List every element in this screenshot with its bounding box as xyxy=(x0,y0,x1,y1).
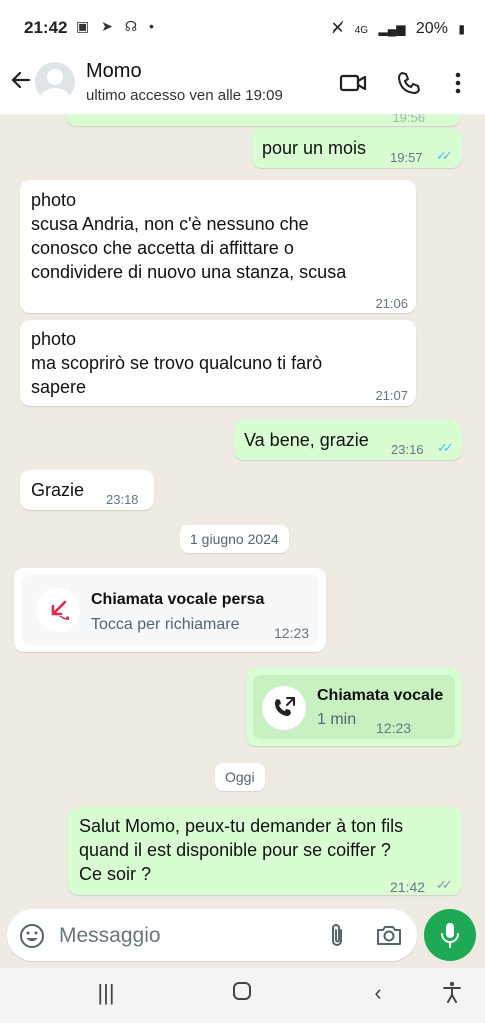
attach-icon[interactable] xyxy=(324,922,350,950)
message-time: 12:23 xyxy=(376,720,412,736)
mic-button[interactable] xyxy=(424,909,476,961)
notification-icons: ▣ ➤ ☊ • xyxy=(76,18,158,34)
input-bar xyxy=(0,906,485,968)
message-time: 21:07 xyxy=(375,388,408,403)
date-chip: 1 giugno 2024 xyxy=(180,525,289,553)
message-text: pour un mois xyxy=(262,138,367,158)
message-line: conosco che accetta di affittare o xyxy=(31,238,294,258)
battery-label: 20% xyxy=(415,20,448,37)
emoji-icon[interactable] xyxy=(19,923,45,949)
video-call-icon[interactable] xyxy=(338,68,368,98)
signal-icon: ▂▄▆ xyxy=(378,22,406,36)
message-time: 12:23 xyxy=(274,625,310,641)
chat-area[interactable]: 19:56 pour un mois 19:57 ✓✓ photo scusa … xyxy=(0,114,485,906)
message-text: Va bene, grazie xyxy=(244,430,369,450)
back-icon[interactable]: ‹ xyxy=(360,980,396,1010)
message-time: 21:42 xyxy=(390,879,426,895)
avatar[interactable] xyxy=(35,62,75,102)
message-bubble-in[interactable]: photo ma scoprirò se trovo qualcuno ti f… xyxy=(20,320,416,406)
camera-icon[interactable] xyxy=(375,922,403,948)
contact-name[interactable]: Momo xyxy=(86,60,142,83)
message-input[interactable] xyxy=(57,919,301,953)
delivered-ticks-icon: ✓✓ xyxy=(436,877,453,892)
phone-icon[interactable] xyxy=(394,68,424,98)
message-line: sapere xyxy=(31,377,87,397)
message-line: condividere di nuovo una stanza, scusa xyxy=(31,262,347,282)
message-text: Grazie xyxy=(31,480,85,500)
more-options-icon[interactable] xyxy=(443,68,473,98)
back-arrow-icon[interactable] xyxy=(8,68,34,98)
message-line: quand il est disponible pour se coiffer … xyxy=(79,840,391,860)
status-bar: 21:42 ▣ ➤ ☊ • ✕̸ 4G ▂▄▆ 20% ▮ xyxy=(0,0,485,56)
last-seen: ultimo accesso ven alle 19:09 xyxy=(86,87,283,104)
message-line: Salut Momo, peux-tu demander à ton fils xyxy=(79,816,404,836)
voice-call-bubble[interactable]: Chiamata vocale 1 min 12:23 xyxy=(246,668,462,746)
network-label: 4G xyxy=(354,25,369,36)
message-time: 23:18 xyxy=(106,492,139,507)
call-title: Chiamata vocale persa xyxy=(91,591,265,608)
message-line: Ce soir ? xyxy=(79,864,152,884)
message-line: scusa Andria, non c'è nessuno che xyxy=(31,214,309,234)
message-bubble-out[interactable]: Va bene, grazie 23:16 ✓✓ xyxy=(234,420,462,460)
mic-icon xyxy=(441,923,459,948)
battery-icon: ▮ xyxy=(458,22,465,36)
message-line: photo xyxy=(31,190,77,210)
call-title: Chiamata vocale xyxy=(317,687,444,704)
message-bubble-in[interactable]: Grazie 23:18 xyxy=(20,470,154,510)
message-input-container xyxy=(7,909,417,961)
read-ticks-icon: ✓✓ xyxy=(437,440,454,455)
message-time: 23:16 xyxy=(391,442,424,457)
status-right: ✕̸ 4G ▂▄▆ 20% ▮ xyxy=(325,18,465,38)
system-nav-bar: ||| ‹ xyxy=(0,968,485,1023)
missed-call-bubble[interactable]: Chiamata vocale persa Tocca per richiama… xyxy=(14,568,326,652)
message-bubble-in[interactable]: photo scusa Andria, non c'è nessuno che … xyxy=(20,180,416,313)
accessibility-icon[interactable] xyxy=(434,980,470,1010)
date-chip-today: Oggi xyxy=(215,763,265,791)
message-bubble-out[interactable]: Salut Momo, peux-tu demander à ton fils … xyxy=(68,807,462,895)
recent-apps-icon[interactable]: ||| xyxy=(88,980,124,1010)
call-subtitle: Tocca per richiamare xyxy=(91,616,240,633)
read-ticks-icon: ✓✓ xyxy=(436,148,453,163)
message-line: photo xyxy=(31,329,77,349)
home-icon[interactable] xyxy=(224,980,260,1010)
message-time: 21:06 xyxy=(375,296,408,311)
chat-header: Momo ultimo accesso ven alle 19:09 xyxy=(0,56,485,114)
message-bubble-out[interactable]: pour un mois 19:57 ✓✓ xyxy=(252,128,462,168)
call-duration: 1 min xyxy=(317,711,357,728)
status-time: 21:42 xyxy=(24,18,68,37)
missed-call-icon xyxy=(36,588,80,632)
message-bubble-partial[interactable]: 19:56 xyxy=(66,114,461,126)
message-time: 19:57 xyxy=(390,150,423,165)
mute-icon: ✕̸ xyxy=(330,20,345,37)
message-line: ma scoprirò se trovo qualcuno ti farò xyxy=(31,353,323,373)
outgoing-call-icon xyxy=(262,686,306,730)
